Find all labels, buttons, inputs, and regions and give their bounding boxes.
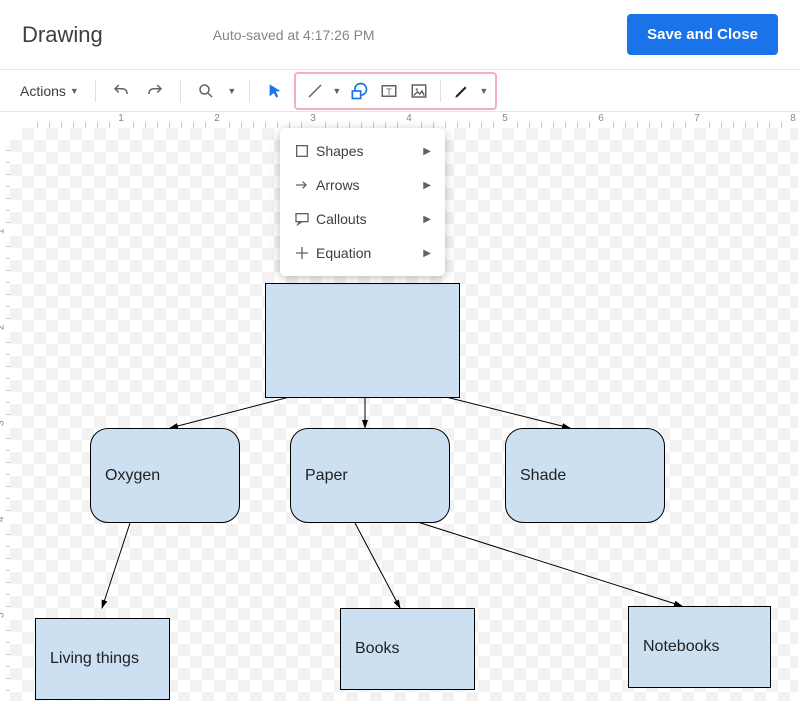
zoom-button[interactable] [191, 76, 221, 106]
callouts-icon [294, 211, 316, 227]
dialog-header: Drawing Auto-saved at 4:17:26 PM Save an… [0, 0, 800, 70]
toolbar-separator [95, 80, 96, 102]
node-root[interactable] [265, 283, 460, 398]
pen-tool-button[interactable] [447, 76, 477, 106]
submenu-arrow-icon: ▶ [423, 180, 431, 191]
dialog-title: Drawing [22, 22, 103, 48]
submenu-arrow-icon: ▶ [423, 146, 431, 157]
select-tool-button[interactable] [260, 76, 290, 106]
submenu-arrow-icon: ▶ [423, 248, 431, 259]
node-paper-label: Paper [305, 467, 348, 485]
image-tool-button[interactable] [404, 76, 434, 106]
submenu-arrow-icon: ▶ [423, 214, 431, 225]
dropdown-item-arrows[interactable]: Arrows ▶ [280, 168, 445, 202]
node-oxygen-label: Oxygen [105, 467, 160, 485]
node-shade-label: Shade [520, 467, 566, 485]
node-books[interactable]: Books [340, 608, 475, 690]
vertical-ruler: 123456 [0, 128, 10, 701]
horizontal-ruler: 12345678 [10, 112, 798, 128]
shape-dropdown-menu: Shapes ▶ Arrows ▶ Callouts ▶ [280, 128, 445, 276]
canvas-area: 12345678 123456 Oxygen Paper Shade [0, 112, 800, 702]
node-shade[interactable]: Shade [505, 428, 665, 523]
highlighted-tool-group: ▼ T ▼ [294, 72, 497, 110]
dropdown-item-shapes[interactable]: Shapes ▶ [280, 134, 445, 168]
dropdown-item-equation[interactable]: Equation ▶ [280, 236, 445, 270]
svg-text:T: T [386, 86, 392, 96]
dropdown-item-callouts[interactable]: Callouts ▶ [280, 202, 445, 236]
node-books-label: Books [355, 640, 399, 658]
redo-button[interactable] [140, 76, 170, 106]
drawing-canvas[interactable]: Oxygen Paper Shade Living things Books N… [10, 128, 798, 701]
dropdown-label: Callouts [316, 211, 423, 227]
dropdown-label: Arrows [316, 177, 423, 193]
node-notebooks-label: Notebooks [643, 638, 720, 656]
toolbar-separator [249, 80, 250, 102]
node-notebooks[interactable]: Notebooks [628, 606, 771, 688]
save-and-close-button[interactable]: Save and Close [627, 14, 778, 55]
actions-menu-button[interactable]: Actions ▼ [14, 79, 85, 103]
arrows-icon [294, 177, 316, 193]
actions-label: Actions [20, 83, 66, 99]
toolbar: Actions ▼ ▼ ▼ T ▼ [0, 70, 800, 112]
toolbar-separator [180, 80, 181, 102]
chevron-down-icon: ▼ [70, 86, 79, 96]
textbox-tool-button[interactable]: T [374, 76, 404, 106]
node-living-label: Living things [50, 650, 139, 668]
line-tool-button[interactable] [300, 76, 330, 106]
zoom-dropdown-caret[interactable]: ▼ [225, 86, 239, 96]
node-oxygen[interactable]: Oxygen [90, 428, 240, 523]
pen-dropdown-caret[interactable]: ▼ [477, 86, 491, 96]
undo-button[interactable] [106, 76, 136, 106]
dropdown-label: Shapes [316, 143, 423, 159]
shape-tool-button[interactable] [344, 76, 374, 106]
shapes-icon [294, 143, 316, 159]
dropdown-label: Equation [316, 245, 423, 261]
node-paper[interactable]: Paper [290, 428, 450, 523]
toolbar-separator [440, 80, 441, 102]
line-dropdown-caret[interactable]: ▼ [330, 86, 344, 96]
node-living-things[interactable]: Living things [35, 618, 170, 700]
autosave-status: Auto-saved at 4:17:26 PM [213, 27, 627, 43]
equation-icon [294, 245, 316, 261]
